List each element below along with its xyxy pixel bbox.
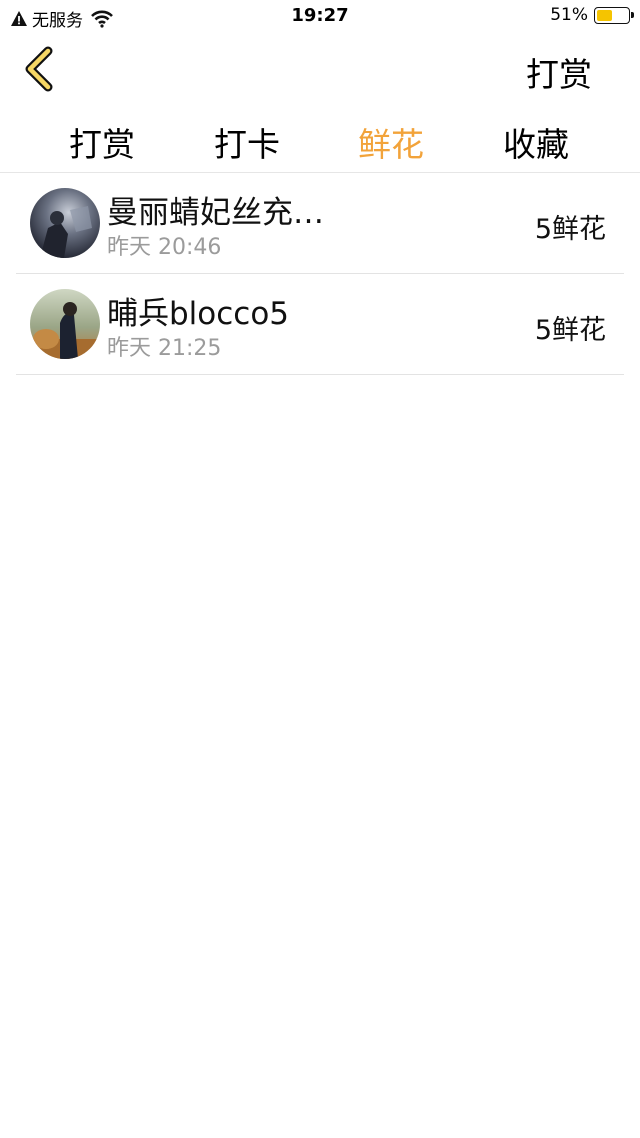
battery-fill: [597, 9, 612, 21]
status-right: 51%: [550, 5, 634, 25]
avatar-image: [30, 289, 100, 359]
avatar-image: [30, 188, 100, 258]
tab-checkin[interactable]: 打卡: [187, 118, 307, 166]
item-name: 晡兵blocco5: [107, 296, 290, 332]
nav-bar: 打赏: [0, 34, 640, 104]
status-bar: 无服务 19:27 51%: [0, 0, 640, 34]
item-amount: 5鲜花: [534, 315, 606, 346]
avatar: [30, 289, 100, 359]
chevron-left-icon[interactable]: [18, 46, 62, 92]
battery-cap: [631, 11, 634, 18]
list-item[interactable]: 曼丽蜻妃丝充… 昨天 20:46 5鲜花: [16, 173, 624, 274]
reward-button[interactable]: 打赏: [526, 48, 592, 96]
list-item[interactable]: 晡兵blocco5 昨天 21:25 5鲜花: [16, 274, 624, 375]
avatar: [30, 188, 100, 258]
item-time: 昨天 20:46: [107, 235, 222, 260]
tab-reward[interactable]: 打赏: [42, 118, 162, 166]
item-time: 昨天 21:25: [107, 336, 222, 361]
item-amount: 5鲜花: [534, 214, 606, 245]
flower-list: 曼丽蜻妃丝充… 昨天 20:46 5鲜花 晡兵blocco5 昨天 21:25 …: [0, 173, 640, 375]
tab-favorites[interactable]: 收藏: [476, 118, 596, 166]
battery-icon: [594, 6, 634, 24]
item-name: 曼丽蜻妃丝充…: [107, 195, 324, 231]
status-time: 19:27: [291, 5, 349, 26]
tab-bar: 打赏 打卡 鲜花 收藏: [0, 110, 640, 172]
tab-flowers[interactable]: 鲜花: [331, 118, 451, 166]
battery-percent: 51%: [550, 5, 588, 25]
